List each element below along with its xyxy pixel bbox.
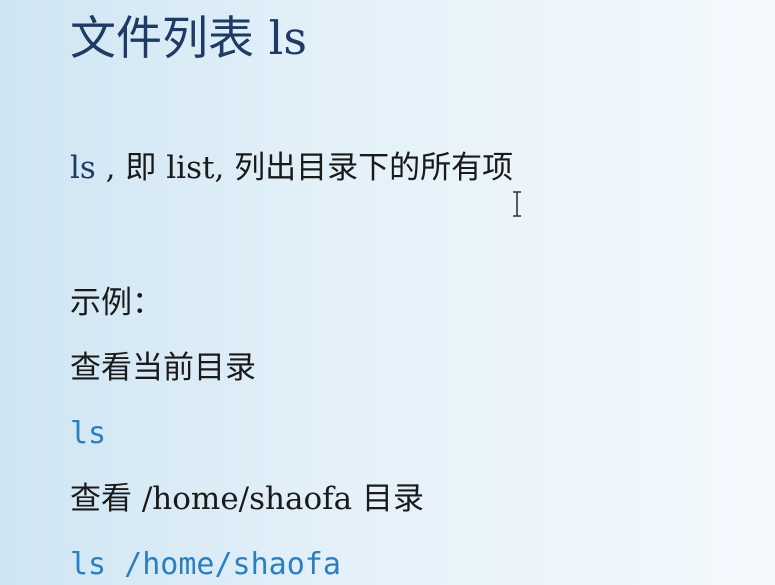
- example-label: 示例：: [70, 285, 163, 321]
- text-cursor-icon: [513, 191, 521, 217]
- example-caption-home-dir: 查看 /home/shaofa 目录: [70, 481, 424, 517]
- command-description-text: , 即 list, 列出目录下的所有项: [95, 150, 514, 186]
- example-caption-current-dir: 查看当前目录: [70, 350, 256, 386]
- example-code-ls: ls: [70, 416, 107, 451]
- slide: 文件列表 ls ls , 即 list, 列出目录下的所有项 示例： 查看当前目…: [0, 0, 775, 583]
- example-code-ls-home: ls /home/shaofa: [70, 547, 341, 582]
- command-name: ls: [70, 150, 96, 186]
- slide-title: 文件列表 ls: [70, 11, 307, 65]
- command-description: ls , 即 list, 列出目录下的所有项: [70, 148, 513, 188]
